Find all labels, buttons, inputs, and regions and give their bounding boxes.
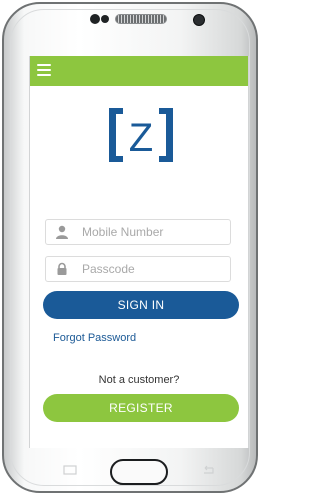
passcode-placeholder: Passcode [82, 262, 135, 276]
top-bar [30, 56, 248, 86]
sensor-dot-2 [101, 15, 109, 23]
app-screen: Z Mobile Number Passcode SIGN IN Forgot … [29, 56, 249, 448]
hamburger-icon[interactable] [37, 64, 51, 76]
app-logo: Z [109, 108, 173, 162]
forgot-password-link[interactable]: Forgot Password [53, 332, 136, 344]
home-button[interactable] [110, 459, 168, 485]
logo-letter: Z [129, 116, 153, 160]
recent-apps-icon[interactable] [63, 465, 77, 475]
sign-in-button[interactable]: SIGN IN [43, 291, 239, 319]
earpiece-speaker [115, 14, 167, 24]
back-icon[interactable] [201, 465, 215, 475]
not-customer-text: Not a customer? [98, 374, 180, 386]
lock-icon [57, 262, 67, 275]
sensor-dot [90, 14, 100, 24]
user-icon [56, 225, 68, 239]
passcode-field[interactable]: Passcode [45, 256, 231, 282]
mobile-number-field[interactable]: Mobile Number [45, 219, 231, 245]
register-button[interactable]: REGISTER [43, 394, 239, 422]
mobile-number-placeholder: Mobile Number [82, 225, 164, 239]
front-camera [193, 14, 205, 26]
